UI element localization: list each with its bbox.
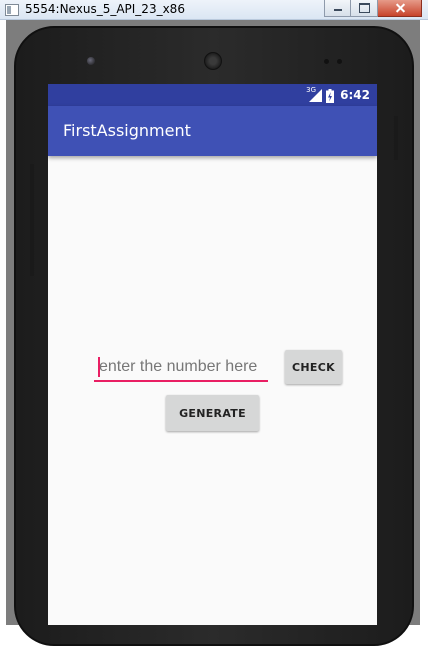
text-cursor (98, 357, 100, 377)
status-time: 6:42 (340, 88, 370, 102)
close-button[interactable] (378, 0, 422, 17)
cell-signal-icon: 3G (306, 86, 323, 102)
window-title: 5554:Nexus_5_API_23_x86 (25, 2, 185, 16)
maximize-button[interactable] (351, 0, 378, 17)
proximity-sensor-icon (324, 59, 329, 64)
generate-button[interactable]: GENERATE (166, 395, 259, 431)
app-title: FirstAssignment (63, 121, 191, 140)
android-status-bar: 3G 6:42 (48, 84, 377, 106)
number-input[interactable] (94, 352, 268, 382)
window-controls (324, 0, 422, 17)
battery-icon (326, 88, 335, 103)
front-camera-icon (87, 57, 95, 65)
app-window-icon (5, 4, 19, 16)
minimize-button[interactable] (324, 0, 351, 17)
phone-screen: 3G 6:42 FirstAssignment CHECK GENERATE (48, 84, 377, 625)
status-icons: 3G 6:42 (306, 86, 370, 103)
check-button[interactable]: CHECK (285, 350, 342, 384)
emulator-title-bar: 5554:Nexus_5_API_23_x86 (0, 0, 428, 20)
app-toolbar: FirstAssignment (48, 106, 377, 156)
light-sensor-icon (337, 59, 342, 64)
volume-button[interactable] (30, 164, 34, 276)
earpiece-speaker-icon (204, 52, 222, 70)
power-button[interactable] (394, 116, 398, 160)
